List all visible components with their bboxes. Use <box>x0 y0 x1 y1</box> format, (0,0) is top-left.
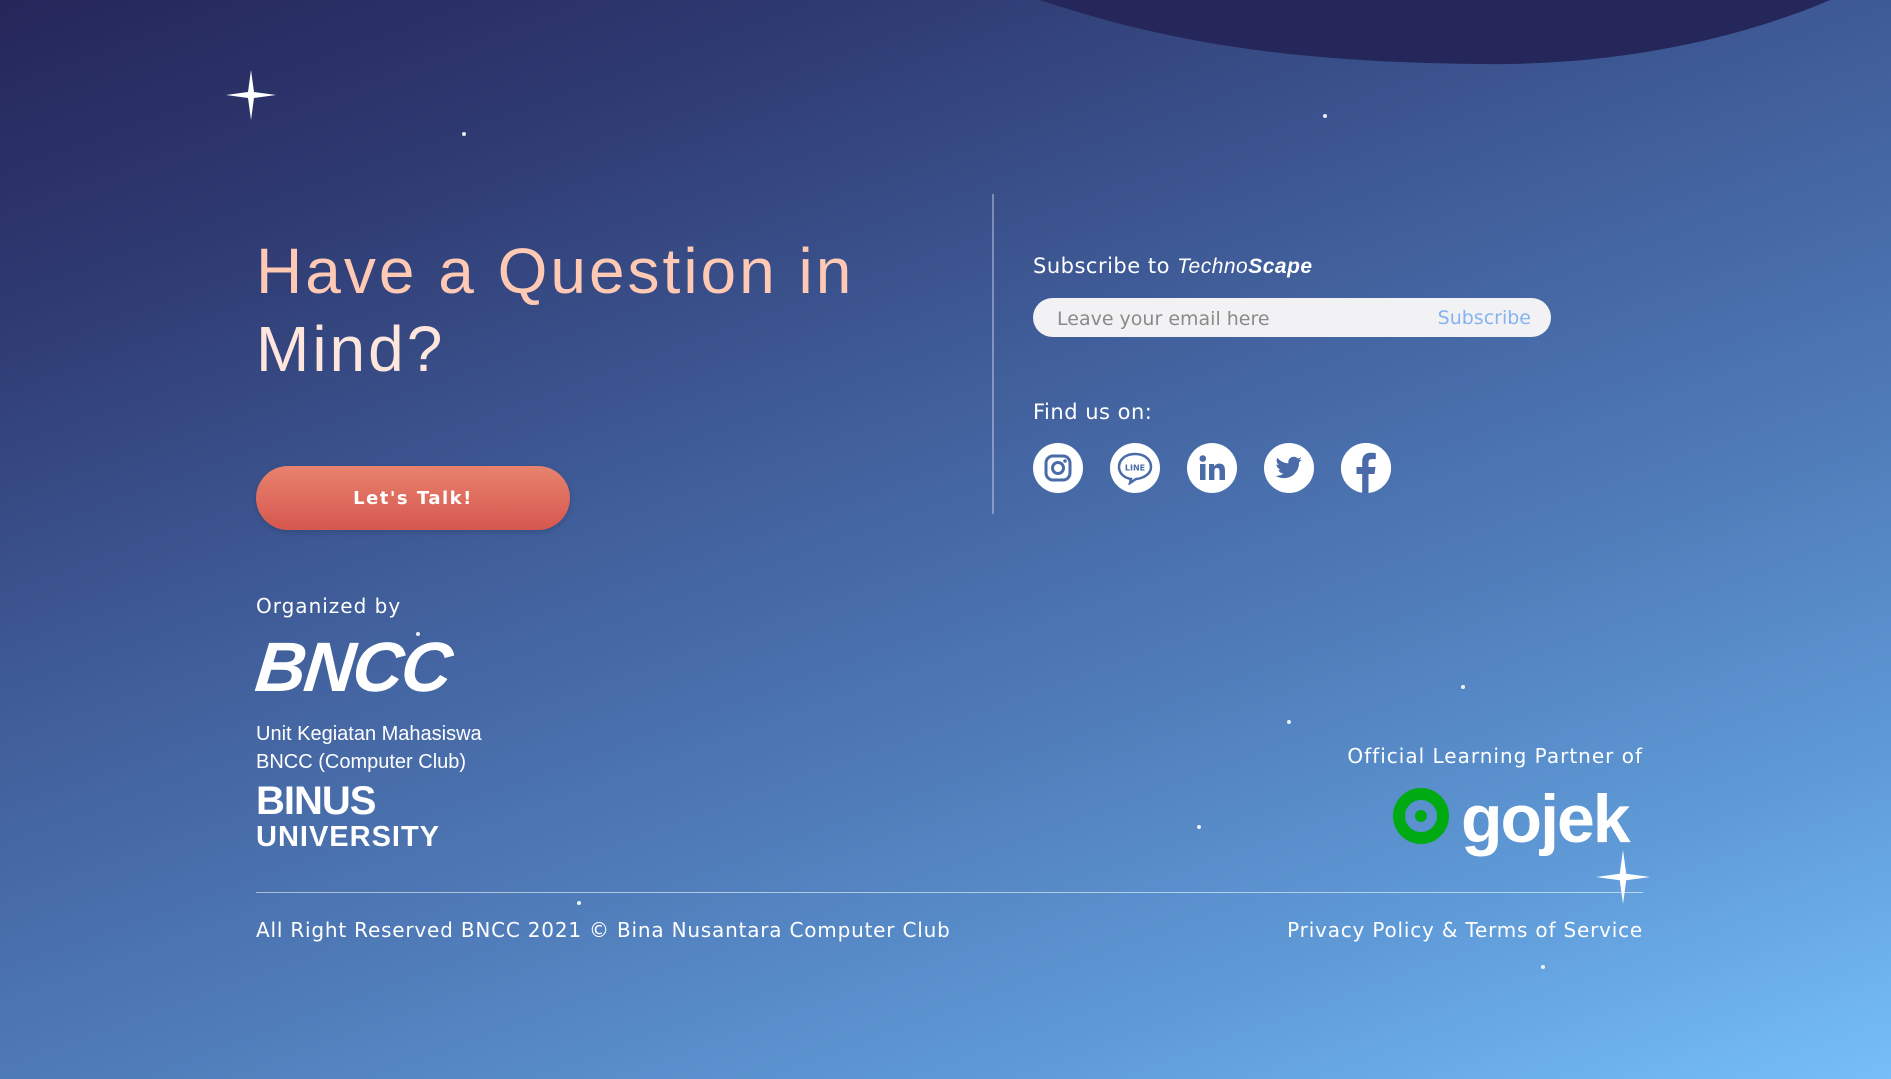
page-headline: Have a Question in Mind? <box>256 232 854 388</box>
technoscape-brand: TechnoScape <box>1177 255 1313 278</box>
instagram-link[interactable] <box>1033 443 1083 493</box>
line-icon: LINE <box>1117 452 1153 485</box>
vertical-divider <box>992 194 994 514</box>
headline-line-1: Have a Question in <box>256 235 855 307</box>
binus-university-logo: BINUS UNIVERSITY <box>256 779 441 854</box>
find-us-label: Find us on: <box>1033 400 1153 424</box>
instagram-icon <box>1044 454 1072 482</box>
privacy-policy-link[interactable]: Privacy Policy & Terms of Service <box>1287 918 1643 942</box>
footer-divider <box>256 892 1643 893</box>
star-dot <box>577 901 581 905</box>
line-icon-text: LINE <box>1125 464 1145 473</box>
subscribe-form: Subscribe <box>1033 298 1551 339</box>
unit-line-2: BNCC (Computer Club) <box>256 751 467 773</box>
binus-logo-line-2: UNIVERSITY <box>256 821 441 853</box>
organizer-unit-text: Unit Kegiatan Mahasiswa BNCC (Computer C… <box>256 720 482 776</box>
headline-line-2: Mind? <box>256 313 446 385</box>
subscribe-prefix: Subscribe to <box>1033 254 1178 278</box>
linkedin-link[interactable] <box>1187 443 1237 493</box>
star-dot <box>1287 720 1291 724</box>
sparkle-icon <box>226 70 276 120</box>
linkedin-icon <box>1199 455 1225 480</box>
subscribe-title: Subscribe to TechnoScape <box>1033 254 1313 279</box>
top-wave-decoration <box>1040 0 1830 65</box>
lets-talk-button[interactable]: Let's Talk! <box>256 466 570 530</box>
gojek-logo: gojek <box>1391 781 1631 857</box>
partner-label: Official Learning Partner of <box>1347 744 1643 768</box>
star-dot <box>462 132 466 136</box>
social-links: LINE <box>1033 443 1391 493</box>
sparkle-icon <box>1596 850 1650 904</box>
star-dot <box>1323 114 1327 118</box>
email-input[interactable] <box>1055 298 1419 339</box>
subscribe-button[interactable]: Subscribe <box>1438 298 1531 337</box>
brand-part-1: Techno <box>1177 255 1249 278</box>
twitter-icon <box>1275 456 1302 479</box>
unit-line-1: Unit Kegiatan Mahasiswa <box>256 723 482 745</box>
gojek-wordmark: gojek <box>1461 781 1631 857</box>
organized-by-label: Organized by <box>256 594 402 618</box>
line-link[interactable]: LINE <box>1110 443 1160 493</box>
twitter-link[interactable] <box>1264 443 1314 493</box>
brand-part-2: Scape <box>1248 255 1313 278</box>
gojek-icon <box>1393 788 1449 844</box>
copyright-text: All Right Reserved BNCC 2021 © Bina Nusa… <box>256 918 951 942</box>
facebook-icon <box>1341 443 1391 493</box>
facebook-link[interactable] <box>1341 443 1391 493</box>
star-dot <box>1541 965 1545 969</box>
star-dot <box>1461 685 1465 689</box>
star-dot <box>1197 825 1201 829</box>
bncc-logo: BNCC <box>251 628 455 706</box>
binus-logo-line-1: BINUS <box>256 779 376 823</box>
